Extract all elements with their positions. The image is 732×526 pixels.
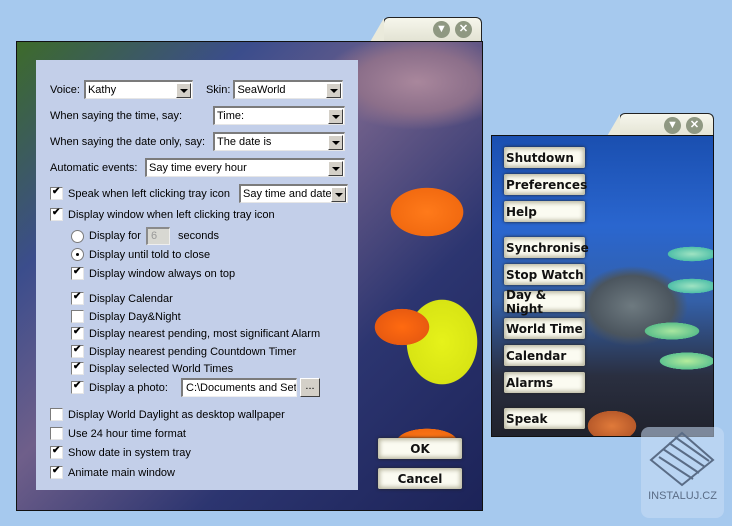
voice-select[interactable]: Kathy — [83, 80, 193, 99]
24-hour-label: Use 24 hour time format — [68, 427, 186, 440]
close-icon: ✕ — [689, 119, 700, 131]
show-date-tray-label: Show date in system tray — [68, 446, 191, 459]
menu-shutdown[interactable]: Shutdown — [504, 147, 585, 168]
menu-world-time[interactable]: World Time — [504, 318, 585, 339]
menu-speak[interactable]: Speak — [504, 408, 585, 429]
display-calendar-checkbox[interactable] — [71, 291, 84, 305]
world-daylight-label: Display World Daylight as desktop wallpa… — [68, 408, 285, 421]
menu-close-button[interactable]: ✕ — [686, 117, 703, 134]
cancel-button[interactable]: Cancel — [378, 468, 462, 489]
date-say-label: When saying the date only, say: — [50, 135, 206, 148]
time-say-select[interactable]: Time: — [213, 106, 345, 125]
watermark-text: INSTALUJ.CZ — [648, 490, 717, 502]
browse-photo-button[interactable]: ... — [300, 378, 320, 397]
dropdown-arrow-icon — [328, 134, 343, 150]
dropdown-arrow-icon — [328, 160, 343, 176]
menu-stop-watch[interactable]: Stop Watch — [504, 264, 585, 285]
preferences-window: Voice: Kathy Skin: SeaWorld When saying … — [16, 41, 483, 511]
display-window-label: Display window when left clicking tray i… — [68, 208, 275, 221]
dropdown-arrow-icon — [326, 82, 342, 98]
display-alarm-label: Display nearest pending, most significan… — [89, 327, 321, 340]
skin-label: Skin: — [205, 83, 231, 96]
display-worldtimes-checkbox[interactable] — [71, 361, 84, 375]
menu-alarms[interactable]: Alarms — [504, 372, 585, 393]
display-photo-checkbox[interactable] — [71, 380, 84, 394]
menu-minimize-button[interactable]: ▼ — [664, 117, 681, 134]
seconds-label: seconds — [177, 230, 219, 242]
time-say-label: When saying the time, say: — [50, 109, 183, 122]
always-on-top-label: Display window always on top — [89, 267, 236, 280]
24-hour-checkbox[interactable] — [50, 427, 63, 440]
display-window-checkbox[interactable] — [50, 207, 63, 221]
menu-day-night[interactable]: Day & Night — [504, 288, 585, 316]
time-say-value: Time: — [217, 110, 245, 122]
display-calendar-label: Display Calendar — [89, 292, 173, 305]
minimize-button[interactable]: ▼ — [433, 21, 450, 38]
instaluj-logo-icon — [649, 431, 715, 487]
always-on-top-checkbox[interactable] — [71, 266, 84, 280]
animate-window-checkbox[interactable] — [50, 465, 63, 479]
auto-events-label: Automatic events: — [50, 161, 138, 174]
display-daynight-label: Display Day&Night — [89, 310, 181, 323]
menu-synchronise[interactable]: Synchronise — [504, 237, 589, 258]
main-window-title-tab[interactable]: ▼ ✕ — [370, 17, 482, 42]
voice-label: Voice: — [50, 83, 80, 96]
display-seconds-input[interactable]: 6 — [145, 227, 170, 245]
display-daynight-checkbox[interactable] — [71, 310, 84, 323]
auto-events-value: Say time every hour — [149, 162, 247, 174]
world-daylight-checkbox[interactable] — [50, 408, 63, 421]
animate-window-label: Animate main window — [68, 466, 175, 479]
show-date-tray-checkbox[interactable] — [50, 445, 63, 459]
speak-click-select[interactable]: Say time and date — [239, 184, 348, 203]
display-countdown-checkbox[interactable] — [71, 344, 84, 358]
close-button[interactable]: ✕ — [455, 21, 472, 38]
dropdown-arrow-icon — [175, 82, 191, 98]
date-say-select[interactable]: The date is — [213, 132, 345, 151]
dropdown-arrow-icon — [331, 186, 346, 202]
speak-click-checkbox[interactable] — [50, 186, 63, 200]
speak-click-label: Speak when left clicking tray icon — [68, 187, 231, 200]
menu-calendar[interactable]: Calendar — [504, 345, 585, 366]
display-worldtimes-label: Display selected World Times — [89, 362, 234, 375]
menu-window: Shutdown Preferences Help Synchronise St… — [491, 135, 714, 437]
menu-help[interactable]: Help — [504, 201, 585, 222]
display-for-label: Display for — [89, 230, 141, 242]
preferences-panel: Voice: Kathy Skin: SeaWorld When saying … — [36, 60, 358, 490]
chevron-down-icon: ▼ — [436, 23, 447, 35]
dropdown-arrow-icon — [328, 108, 343, 124]
speak-click-value: Say time and date — [243, 188, 331, 200]
voice-value: Kathy — [87, 84, 117, 96]
display-until-label: Display until told to close — [89, 248, 211, 261]
auto-events-select[interactable]: Say time every hour — [145, 158, 345, 177]
skin-select[interactable]: SeaWorld — [233, 80, 344, 99]
display-alarm-checkbox[interactable] — [71, 326, 84, 340]
display-countdown-label: Display nearest pending Countdown Timer — [89, 345, 297, 358]
chevron-down-icon: ▼ — [667, 119, 678, 131]
date-say-value: The date is — [217, 136, 272, 148]
display-photo-label: Display a photo: — [89, 381, 168, 394]
menu-preferences[interactable]: Preferences — [504, 174, 587, 195]
display-for-radio[interactable] — [71, 229, 84, 243]
close-icon: ✕ — [458, 23, 469, 35]
photo-path-input[interactable]: C:\Documents and Settings — [181, 378, 297, 397]
watermark: INSTALUJ.CZ — [641, 427, 724, 518]
skin-value: SeaWorld — [237, 84, 286, 96]
display-until-radio[interactable] — [71, 248, 84, 261]
ok-button[interactable]: OK — [378, 438, 462, 459]
